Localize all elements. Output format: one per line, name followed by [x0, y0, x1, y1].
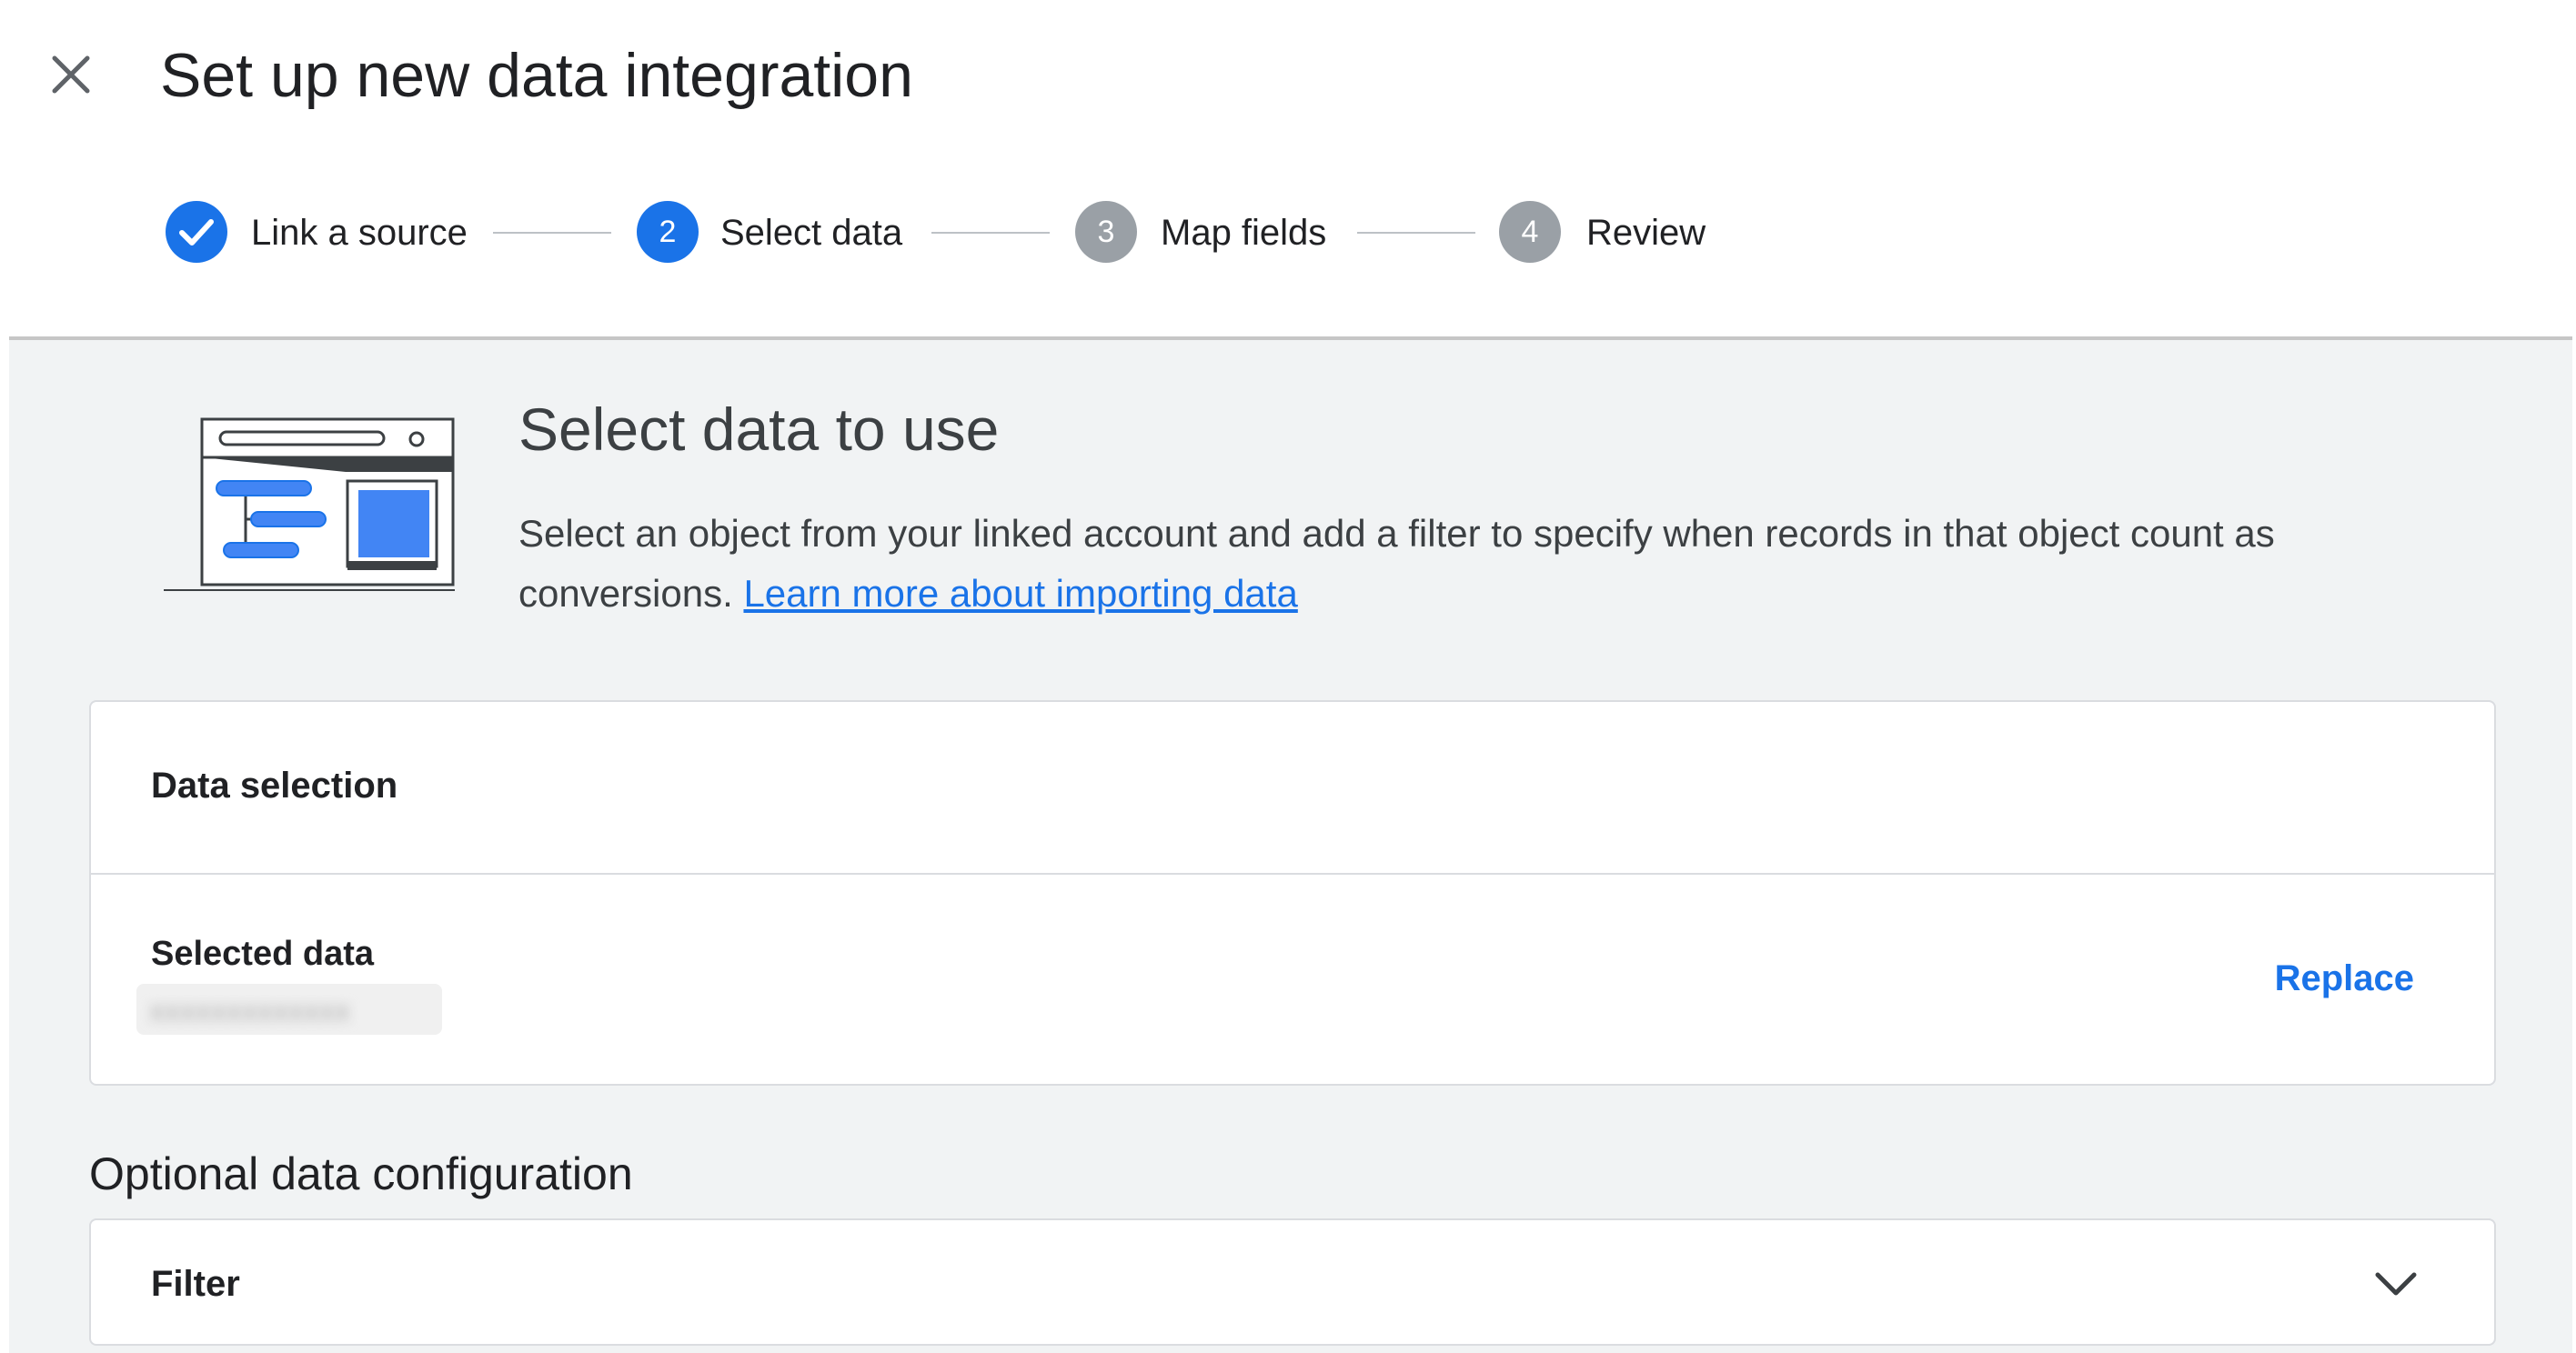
check-icon — [179, 219, 214, 246]
filter-expander[interactable]: Filter — [89, 1218, 2496, 1346]
step-1-indicator — [166, 201, 227, 263]
step-2-indicator: 2 — [637, 201, 699, 263]
stepper: Link a source 2 Select data 3 Map fields… — [0, 198, 2576, 267]
data-selection-header: Data selection — [91, 702, 2494, 875]
optional-config-title: Optional data configuration — [89, 1148, 633, 1199]
step-connector — [493, 232, 611, 234]
replace-button[interactable]: Replace — [2275, 953, 2414, 1004]
step-3-label[interactable]: Map fields — [1161, 198, 1326, 267]
learn-more-link[interactable]: Learn more about importing data — [743, 572, 1297, 615]
chevron-down-icon[interactable] — [2370, 1258, 2421, 1309]
section-title: Select data to use — [518, 396, 1000, 463]
data-illustration — [164, 417, 455, 591]
step-1-label[interactable]: Link a source — [251, 198, 468, 267]
dialog-header: Set up new data integration Link a sourc… — [0, 0, 2576, 336]
data-selection-title: Data selection — [151, 766, 398, 806]
close-button[interactable] — [47, 51, 95, 98]
page-title: Set up new data integration — [160, 41, 913, 110]
page: Set up new data integration Link a sourc… — [0, 0, 2576, 1353]
step-connector — [1357, 232, 1475, 234]
selected-data-value: xxxxxxxxxxxxx — [136, 984, 442, 1035]
step-4-indicator: 4 — [1499, 201, 1561, 263]
selected-data-value-text: xxxxxxxxxxxxx — [149, 994, 350, 1028]
selected-data-label: Selected data — [151, 935, 374, 973]
step-2-label[interactable]: Select data — [720, 198, 902, 267]
close-icon — [52, 55, 90, 94]
step-connector — [931, 232, 1050, 234]
step-3-indicator: 3 — [1075, 201, 1137, 263]
filter-label: Filter — [151, 1264, 240, 1304]
step-4-label[interactable]: Review — [1586, 198, 1706, 267]
section-description: Select an object from your linked accoun… — [518, 504, 2483, 624]
data-selection-card: Data selection Selected data xxxxxxxxxxx… — [89, 700, 2496, 1086]
content-panel: Select data to use Select an object from… — [9, 336, 2572, 1353]
